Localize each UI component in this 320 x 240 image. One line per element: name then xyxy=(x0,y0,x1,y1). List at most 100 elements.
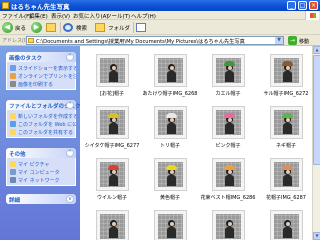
photo-thumbnail[interactable] xyxy=(212,54,245,87)
panel-header[interactable]: 画像のタスク ^ xyxy=(6,52,76,62)
scroll-thumb[interactable] xyxy=(313,55,320,165)
place-link-label: マイ ピクチャ xyxy=(18,162,50,168)
person-figure xyxy=(109,64,118,82)
photo-image xyxy=(274,214,299,239)
folders-button[interactable]: フォルダ xyxy=(95,22,131,33)
person-figure xyxy=(224,61,235,82)
panel-title: 詳細 xyxy=(9,198,21,204)
person-figure xyxy=(166,113,177,134)
my-computer-icon xyxy=(10,169,16,175)
menu-file[interactable]: ファイル(F) xyxy=(2,12,31,20)
task-link-order-prints[interactable]: オンラインでプリントを注文する xyxy=(10,73,76,80)
person-figure xyxy=(108,165,119,186)
chevron-up-icon[interactable]: ^ xyxy=(66,101,74,109)
photo-thumbnail[interactable] xyxy=(96,106,129,139)
hat-shape xyxy=(166,165,177,170)
panel-picture-tasks: 画像のタスク ^ スライドショーを表示する オンラインでプリントを注文する 画像… xyxy=(6,52,76,92)
photo-image xyxy=(158,214,183,239)
person-figure xyxy=(167,64,176,82)
photo-caption: カエル帽子 xyxy=(215,91,241,97)
photo-caption: トリ帽子 xyxy=(159,143,180,149)
task-link-share[interactable]: このフォルダを共有する xyxy=(10,129,76,136)
photo-thumbnail[interactable] xyxy=(212,210,245,240)
place-link-label: マイ コンピュータ xyxy=(18,170,60,176)
photo-thumbnail[interactable] xyxy=(154,54,187,87)
photo-thumbnail[interactable] xyxy=(270,158,303,191)
photo-caption: あたけり帽子IMG_6268 xyxy=(142,91,198,97)
photo-image xyxy=(216,214,241,239)
person-figure xyxy=(283,220,292,238)
person-figure xyxy=(224,113,235,134)
task-link-slideshow[interactable]: スライドショーを表示する xyxy=(10,65,76,72)
chevron-up-icon[interactable]: ^ xyxy=(66,53,74,61)
photo-caption: 花束ベスト帽IMG_6286 xyxy=(200,195,256,201)
menu-favorites[interactable]: お気に入り(A) xyxy=(73,12,109,20)
scroll-down-button[interactable]: ▼ xyxy=(313,232,320,240)
photo-thumbnail[interactable] xyxy=(96,54,129,87)
photo-thumbnail[interactable] xyxy=(270,54,303,87)
maximize-button[interactable]: □ xyxy=(298,1,307,10)
window-title: はるちゃん先生写真 xyxy=(11,3,70,11)
photo-thumbnail[interactable] xyxy=(154,106,187,139)
place-link-my-network[interactable]: マイ ネットワーク xyxy=(10,177,76,184)
menu-bar: ファイル(F) 編集(E) 表示(V) お気に入り(A) ツール(T) ヘルプ(… xyxy=(0,11,320,20)
photo-thumbnail[interactable] xyxy=(270,210,303,240)
printer-icon xyxy=(10,81,16,87)
person-figure xyxy=(282,61,293,82)
task-link-new-folder[interactable]: 新しいフォルダを作成する xyxy=(10,113,76,120)
photo-image xyxy=(100,58,125,83)
task-link-publish-web[interactable]: このフォルダを Web に公開する xyxy=(10,121,76,128)
hat-shape xyxy=(166,113,177,118)
photo-thumbnail[interactable] xyxy=(270,106,303,139)
chevron-down-icon[interactable]: ▼ xyxy=(275,37,283,44)
task-link-print[interactable]: 画像を印刷する xyxy=(10,81,76,88)
task-link-label: オンラインでプリントを注文する xyxy=(18,74,76,80)
photo-thumbnail[interactable] xyxy=(212,158,245,191)
back-button[interactable]: ◀ 戻る xyxy=(2,22,28,33)
task-pane: 画像のタスク ^ スライドショーを表示する オンラインでプリントを注文する 画像… xyxy=(0,46,81,240)
search-button[interactable]: 検索 xyxy=(63,22,93,33)
chevron-up-icon[interactable]: ^ xyxy=(66,149,74,157)
photo-image xyxy=(216,110,241,135)
scroll-up-button[interactable]: ▲ xyxy=(313,46,320,54)
forward-button[interactable]: ▶ xyxy=(31,22,43,33)
address-input[interactable]: C:\Documents and Settings\授業用\My Documen… xyxy=(26,36,284,45)
close-button[interactable]: × xyxy=(309,1,318,10)
panel-header[interactable]: その他 ^ xyxy=(6,148,76,158)
menu-edit[interactable]: 編集(E) xyxy=(29,12,48,20)
share-folder-icon xyxy=(10,129,16,135)
hat-shape xyxy=(108,113,119,118)
up-folder-icon xyxy=(46,23,56,32)
folder-icon xyxy=(28,38,34,43)
panel-header[interactable]: 詳細 v xyxy=(6,194,76,204)
vertical-scrollbar[interactable]: ▲ ▼ xyxy=(312,46,320,240)
hat-shape xyxy=(224,113,235,118)
thumbnail-view: [お花]帽子 あたけり帽子IMG_6268 カエル帽子 サル帽子IMG_6272 シイタ… xyxy=(80,46,320,240)
photo-thumbnail[interactable] xyxy=(96,158,129,191)
photo-thumbnail[interactable] xyxy=(212,106,245,139)
place-link-my-pictures[interactable]: マイ ピクチャ xyxy=(10,161,76,168)
chevron-down-icon[interactable]: v xyxy=(66,195,74,203)
panel-header[interactable]: ファイルとフォルダのタスク ^ xyxy=(6,100,81,110)
minimize-button[interactable]: _ xyxy=(287,1,296,10)
photo-caption: ネギ帽子 xyxy=(275,143,296,149)
photo-image xyxy=(100,110,125,135)
go-button[interactable]: → 移動 xyxy=(288,36,310,45)
menu-help[interactable]: ヘルプ(H) xyxy=(131,12,156,20)
panel-body: 新しいフォルダを作成する このフォルダを Web に公開する このフォルダを共有… xyxy=(6,110,76,138)
panel-details: 詳細 v xyxy=(6,194,76,206)
views-button[interactable] xyxy=(136,22,150,33)
photo-thumbnail[interactable] xyxy=(154,158,187,191)
panel-file-folder-tasks: ファイルとフォルダのタスク ^ 新しいフォルダを作成する このフォルダを Web… xyxy=(6,100,81,140)
photo-thumbnail[interactable] xyxy=(96,210,129,240)
person-figure xyxy=(166,165,177,186)
views-icon xyxy=(136,23,146,32)
photo-thumbnail[interactable] xyxy=(154,210,187,240)
menu-view[interactable]: 表示(V) xyxy=(51,12,70,20)
photo-caption: ウイルン帽子 xyxy=(97,195,127,201)
place-link-my-computer[interactable]: マイ コンピュータ xyxy=(10,169,76,176)
task-link-label: 画像を印刷する xyxy=(18,82,54,88)
menu-tools[interactable]: ツール(T) xyxy=(106,12,130,20)
folders-label: フォルダ xyxy=(108,26,131,32)
up-folder-button[interactable] xyxy=(46,22,58,33)
